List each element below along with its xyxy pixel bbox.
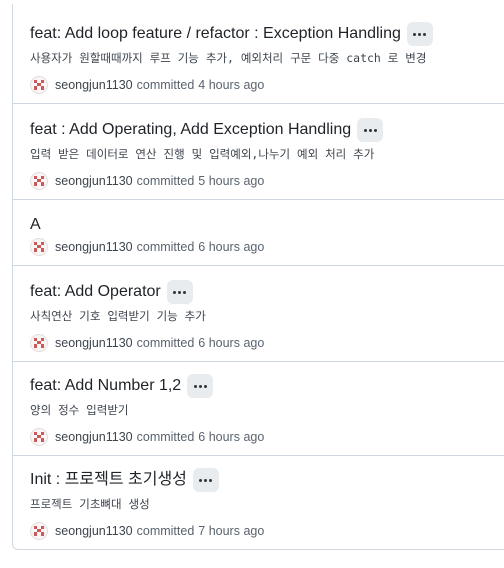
author-link[interactable]: seongjun1130 [55,336,133,350]
commit-title-line: feat: Add Number 1,2 [30,374,214,398]
commit-title-link[interactable]: feat: Add Operator [30,281,161,303]
avatar-icon[interactable] [30,334,48,352]
commit-row: feat : Add Operating, Add Exception Hand… [13,104,504,200]
commit-time: 6 hours ago [198,240,265,254]
commit-meta: seongjun1130 committed 5 hours ago [30,172,264,190]
commit-description: 사용자가 원할때때까지 루프 기능 추가, 예외처리 구문 다중 catch 로… [30,51,427,65]
commit-title-link[interactable]: feat: Add loop feature / refactor : Exce… [30,23,401,45]
expand-description-button[interactable] [192,468,219,492]
avatar-icon[interactable] [30,428,48,446]
avatar-icon[interactable] [30,172,48,190]
author-link[interactable]: seongjun1130 [55,78,133,92]
commit-row: A seongjun1130 committed 6 hours ago [13,200,504,266]
commit-meta: seongjun1130 committed 6 hours ago [30,428,264,446]
commit-title-link[interactable]: feat : Add Operating, Add Exception Hand… [30,119,351,141]
commit-time: 7 hours ago [198,524,265,538]
commit-title-line: Init : 프로젝트 초기생성 [30,468,219,492]
commit-action-label: committed [136,336,195,350]
author-link[interactable]: seongjun1130 [55,240,133,254]
expand-description-button[interactable] [187,374,214,398]
commit-row: feat: Add loop feature / refactor : Exce… [13,4,504,104]
commit-time: 5 hours ago [198,174,265,188]
commit-meta: seongjun1130 committed 7 hours ago [30,522,264,540]
commit-action-label: committed [136,78,195,92]
commit-title-line: feat : Add Operating, Add Exception Hand… [30,118,384,142]
avatar-icon[interactable] [30,76,48,94]
commit-title-line: feat: Add Operator [30,280,193,304]
avatar-icon[interactable] [30,238,48,256]
commit-time: 6 hours ago [198,336,265,350]
author-link[interactable]: seongjun1130 [55,524,133,538]
author-link[interactable]: seongjun1130 [55,430,133,444]
commit-action-label: committed [136,240,195,254]
commit-row: Init : 프로젝트 초기생성 프로젝트 기초뼈대 생성 seongjun11… [13,456,504,549]
expand-description-button[interactable] [166,280,193,304]
commit-action-label: committed [136,430,195,444]
commit-title-line: feat: Add loop feature / refactor : Exce… [30,22,433,46]
commit-title-link[interactable]: Init : 프로젝트 초기생성 [30,469,187,491]
commit-description: 양의 정수 입력받기 [30,403,129,417]
commit-time: 6 hours ago [198,430,265,444]
commit-list: feat: Add loop feature / refactor : Exce… [12,4,504,550]
commit-title-link[interactable]: A [30,214,41,236]
commit-meta: seongjun1130 committed 6 hours ago [30,238,264,256]
commit-description: 프로젝트 기초뼈대 생성 [30,497,150,511]
author-link[interactable]: seongjun1130 [55,174,133,188]
commit-title-link[interactable]: feat: Add Number 1,2 [30,375,181,397]
expand-description-button[interactable] [406,22,433,46]
commit-row: feat: Add Operator 사칙연산 기호 입력받기 기능 추가 se… [13,266,504,362]
commit-time: 4 hours ago [198,78,265,92]
commit-action-label: committed [136,174,195,188]
commit-title-line: A [30,214,41,236]
commit-description: 입력 받은 데이터로 연산 진행 및 입력예외,나누기 예외 처리 추가 [30,147,375,161]
commit-meta: seongjun1130 committed 4 hours ago [30,76,264,94]
expand-description-button[interactable] [357,118,384,142]
commit-row: feat: Add Number 1,2 양의 정수 입력받기 seongjun… [13,362,504,456]
commit-action-label: committed [136,524,195,538]
commit-description: 사칙연산 기호 입력받기 기능 추가 [30,309,206,323]
avatar-icon[interactable] [30,522,48,540]
commit-meta: seongjun1130 committed 6 hours ago [30,334,264,352]
